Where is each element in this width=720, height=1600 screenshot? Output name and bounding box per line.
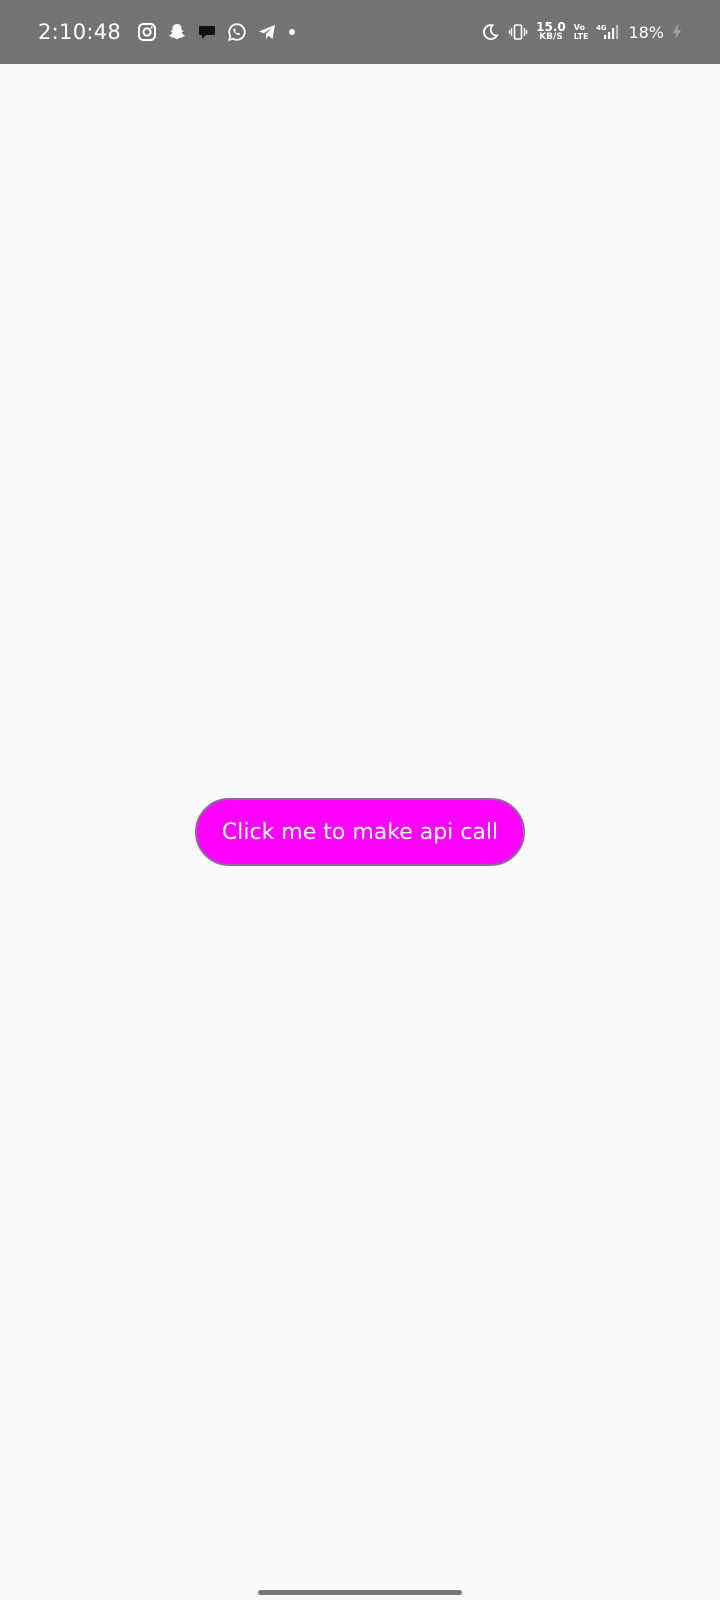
main-content: Click me to make api call [0, 64, 720, 1600]
telegram-icon [257, 22, 277, 42]
network-speed: 15.0 KB/S [536, 20, 566, 42]
network-type-label: 4G [596, 24, 607, 32]
chat-bubble-icon [197, 22, 217, 42]
charging-bolt-icon [672, 22, 682, 42]
status-bar: 2:10:48 15.0 KB/S Vo LTE 4G 18% [0, 0, 720, 64]
volte-top: Vo [573, 23, 585, 32]
notification-icons [137, 22, 277, 42]
instagram-icon [137, 22, 157, 42]
signal-4g-icon: 4G [596, 22, 620, 42]
battery-percentage: 18% [628, 22, 664, 42]
network-speed-value: 15.0 [536, 20, 566, 34]
do-not-disturb-moon-icon [480, 22, 500, 42]
system-status-icons: 15.0 KB/S Vo LTE 4G 18% [480, 20, 682, 42]
status-time: 2:10:48 [38, 20, 122, 44]
volte-indicator: Vo LTE [574, 23, 589, 41]
whatsapp-icon [227, 22, 247, 42]
more-notifications-dot [289, 29, 296, 35]
home-gesture-bar[interactable] [258, 1590, 462, 1595]
network-speed-unit: KB/S [539, 32, 563, 42]
volte-bottom: LTE [573, 32, 589, 41]
snapchat-icon [167, 22, 187, 42]
vibrate-icon [508, 22, 528, 42]
make-api-call-button[interactable]: Click me to make api call [195, 798, 525, 866]
